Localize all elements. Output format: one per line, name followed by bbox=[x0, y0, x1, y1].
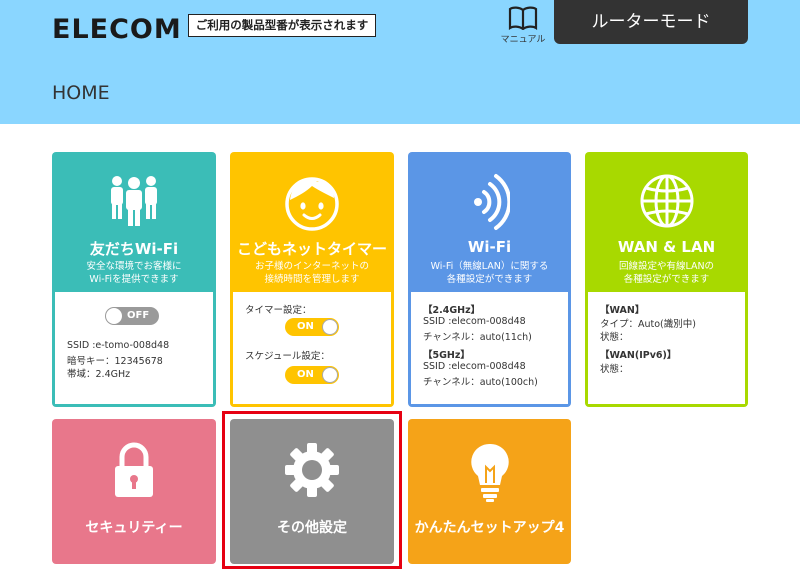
people-icon bbox=[111, 176, 157, 226]
tile-other-settings[interactable]: その他設定 bbox=[230, 419, 394, 564]
wifi-signal-icon bbox=[473, 174, 510, 230]
tile-security-content[interactable]: セキュリティー bbox=[52, 419, 216, 564]
book-icon bbox=[508, 6, 538, 30]
tile-friends-wifi[interactable]: 友だちWi-Fi 安全な環境でお客様に Wi-Fiを提供できます OFF SSI… bbox=[52, 152, 216, 407]
lock-icon bbox=[115, 442, 153, 497]
tile-kids-net-timer-title: こどもネットタイマー bbox=[236, 240, 387, 258]
router-mode-button[interactable]: ルーターモード bbox=[554, 0, 748, 44]
tile-wifi-body: 【2.4GHz】 SSID :elecom-008d48 チャンネル：auto(… bbox=[411, 292, 568, 404]
tile-wifi-header[interactable]: Wi-Fi Wi-Fi（無線LAN）に関する 各種設定ができます bbox=[408, 152, 571, 292]
tile-other-settings-title: その他設定 bbox=[277, 520, 347, 536]
desc-line-1: お子様のインターネットの bbox=[254, 261, 369, 272]
tile-wan-lan-body: 【WAN】 タイプ：Auto(識別中) 状態： 【WAN(IPv6)】 状態： bbox=[588, 292, 745, 404]
tile-friends-wifi-title: 友だちWi-Fi bbox=[89, 240, 179, 258]
desc-line-1: 安全な環境でお客様に bbox=[86, 261, 182, 272]
desc-line-1: Wi-Fi（無線LAN）に関する bbox=[430, 261, 549, 272]
toggle-label: ON bbox=[297, 369, 314, 380]
wifi-5ghz-ssid: SSID :elecom-008d48 bbox=[423, 361, 526, 372]
schedule-setting-label: スケジュール設定： bbox=[245, 351, 330, 362]
tile-kids-net-timer-header[interactable]: こどもネットタイマー お子様のインターネットの 接続時間を管理します bbox=[230, 152, 394, 292]
tile-kids-net-timer[interactable]: こどもネットタイマー お子様のインターネットの 接続時間を管理します タイマー設… bbox=[230, 152, 394, 407]
tile-wan-lan-desc: 回線設定や有線LANの 各種設定ができます bbox=[585, 260, 748, 286]
tile-easy-setup-content[interactable]: かんたんセットアップ4 bbox=[408, 419, 571, 564]
tile-friends-wifi-header[interactable]: 友だちWi-Fi 安全な環境でお客様に Wi-Fiを提供できます bbox=[52, 152, 216, 292]
tile-security[interactable]: セキュリティー bbox=[52, 419, 216, 564]
elecom-logo: ELECOM bbox=[52, 14, 182, 45]
wan-ipv6-status: 状態： bbox=[600, 364, 629, 375]
toggle-label: OFF bbox=[127, 310, 150, 321]
model-number-label: ご利用の製品型番が表示されます bbox=[188, 14, 376, 37]
desc-line-1: 回線設定や有線LANの bbox=[618, 261, 715, 272]
globe-icon bbox=[640, 174, 693, 228]
tile-security-title: セキュリティー bbox=[85, 520, 183, 536]
gear-icon bbox=[285, 443, 339, 497]
toggle-knob bbox=[322, 319, 338, 335]
manual-label: マニュアル bbox=[500, 35, 546, 45]
desc-line-2: 各種設定ができます bbox=[623, 274, 710, 285]
tile-easy-setup[interactable]: かんたんセットアップ4 bbox=[408, 419, 571, 564]
tile-wan-lan-header[interactable]: WAN & LAN 回線設定や有線LANの 各種設定ができます bbox=[585, 152, 748, 292]
tile-kids-net-timer-desc: お子様のインターネットの 接続時間を管理します bbox=[230, 260, 394, 286]
tile-wifi-title: Wi-Fi bbox=[467, 238, 512, 256]
wan-heading: 【WAN】 bbox=[600, 305, 645, 316]
tile-friends-wifi-desc: 安全な環境でお客様に Wi-Fiを提供できます bbox=[52, 260, 216, 286]
tile-wifi-desc: Wi-Fi（無線LAN）に関する 各種設定ができます bbox=[408, 260, 571, 286]
wan-ipv6-heading: 【WAN(IPv6)】 bbox=[600, 350, 677, 361]
wifi-24ghz-channel: チャンネル：auto(11ch) bbox=[423, 332, 532, 343]
wifi-5ghz-channel: チャンネル：auto(100ch) bbox=[423, 377, 538, 388]
friends-wifi-toggle[interactable]: OFF bbox=[105, 307, 159, 325]
toggle-knob bbox=[322, 367, 338, 383]
tile-other-settings-content[interactable]: その他設定 bbox=[230, 419, 394, 564]
header-bar: ELECOM ご利用の製品型番が表示されます マニュアル ルーターモード HOM… bbox=[0, 0, 800, 124]
wan-status: 状態： bbox=[600, 332, 629, 343]
toggle-knob bbox=[106, 308, 122, 324]
timer-setting-label: タイマー設定： bbox=[245, 305, 312, 316]
page-title: HOME bbox=[52, 82, 110, 104]
manual-button[interactable]: マニュアル bbox=[500, 6, 546, 46]
tile-wan-lan-title: WAN & LAN bbox=[617, 238, 716, 256]
friends-wifi-band: 帯域：2.4GHz bbox=[67, 369, 131, 380]
tile-easy-setup-title: かんたんセットアップ4 bbox=[414, 520, 565, 536]
toggle-label: ON bbox=[297, 321, 314, 332]
wifi-24ghz-ssid: SSID :elecom-008d48 bbox=[423, 316, 526, 327]
tile-kids-net-timer-body: タイマー設定： ON スケジュール設定： ON bbox=[233, 292, 391, 404]
wifi-24ghz-heading: 【2.4GHz】 bbox=[423, 305, 481, 316]
wifi-5ghz-heading: 【5GHz】 bbox=[423, 350, 470, 361]
timer-setting-toggle[interactable]: ON bbox=[285, 318, 339, 336]
desc-line-2: Wi-Fiを提供できます bbox=[89, 274, 179, 285]
tile-wan-lan[interactable]: WAN & LAN 回線設定や有線LANの 各種設定ができます 【WAN】 タイ… bbox=[585, 152, 748, 407]
friends-wifi-ssid: SSID :e-tomo-008d48 bbox=[67, 340, 170, 351]
schedule-setting-toggle[interactable]: ON bbox=[285, 366, 339, 384]
wan-type: タイプ：Auto(識別中) bbox=[600, 319, 696, 330]
tile-friends-wifi-body: OFF SSID :e-tomo-008d48 暗号キー：12345678 帯域… bbox=[55, 292, 213, 404]
desc-line-2: 接続時間を管理します bbox=[264, 274, 360, 285]
child-face-icon bbox=[285, 177, 339, 231]
desc-line-2: 各種設定ができます bbox=[446, 274, 533, 285]
tile-wifi[interactable]: Wi-Fi Wi-Fi（無線LAN）に関する 各種設定ができます 【2.4GHz… bbox=[408, 152, 571, 407]
lightbulb-icon bbox=[470, 443, 509, 502]
friends-wifi-key: 暗号キー：12345678 bbox=[67, 356, 163, 367]
